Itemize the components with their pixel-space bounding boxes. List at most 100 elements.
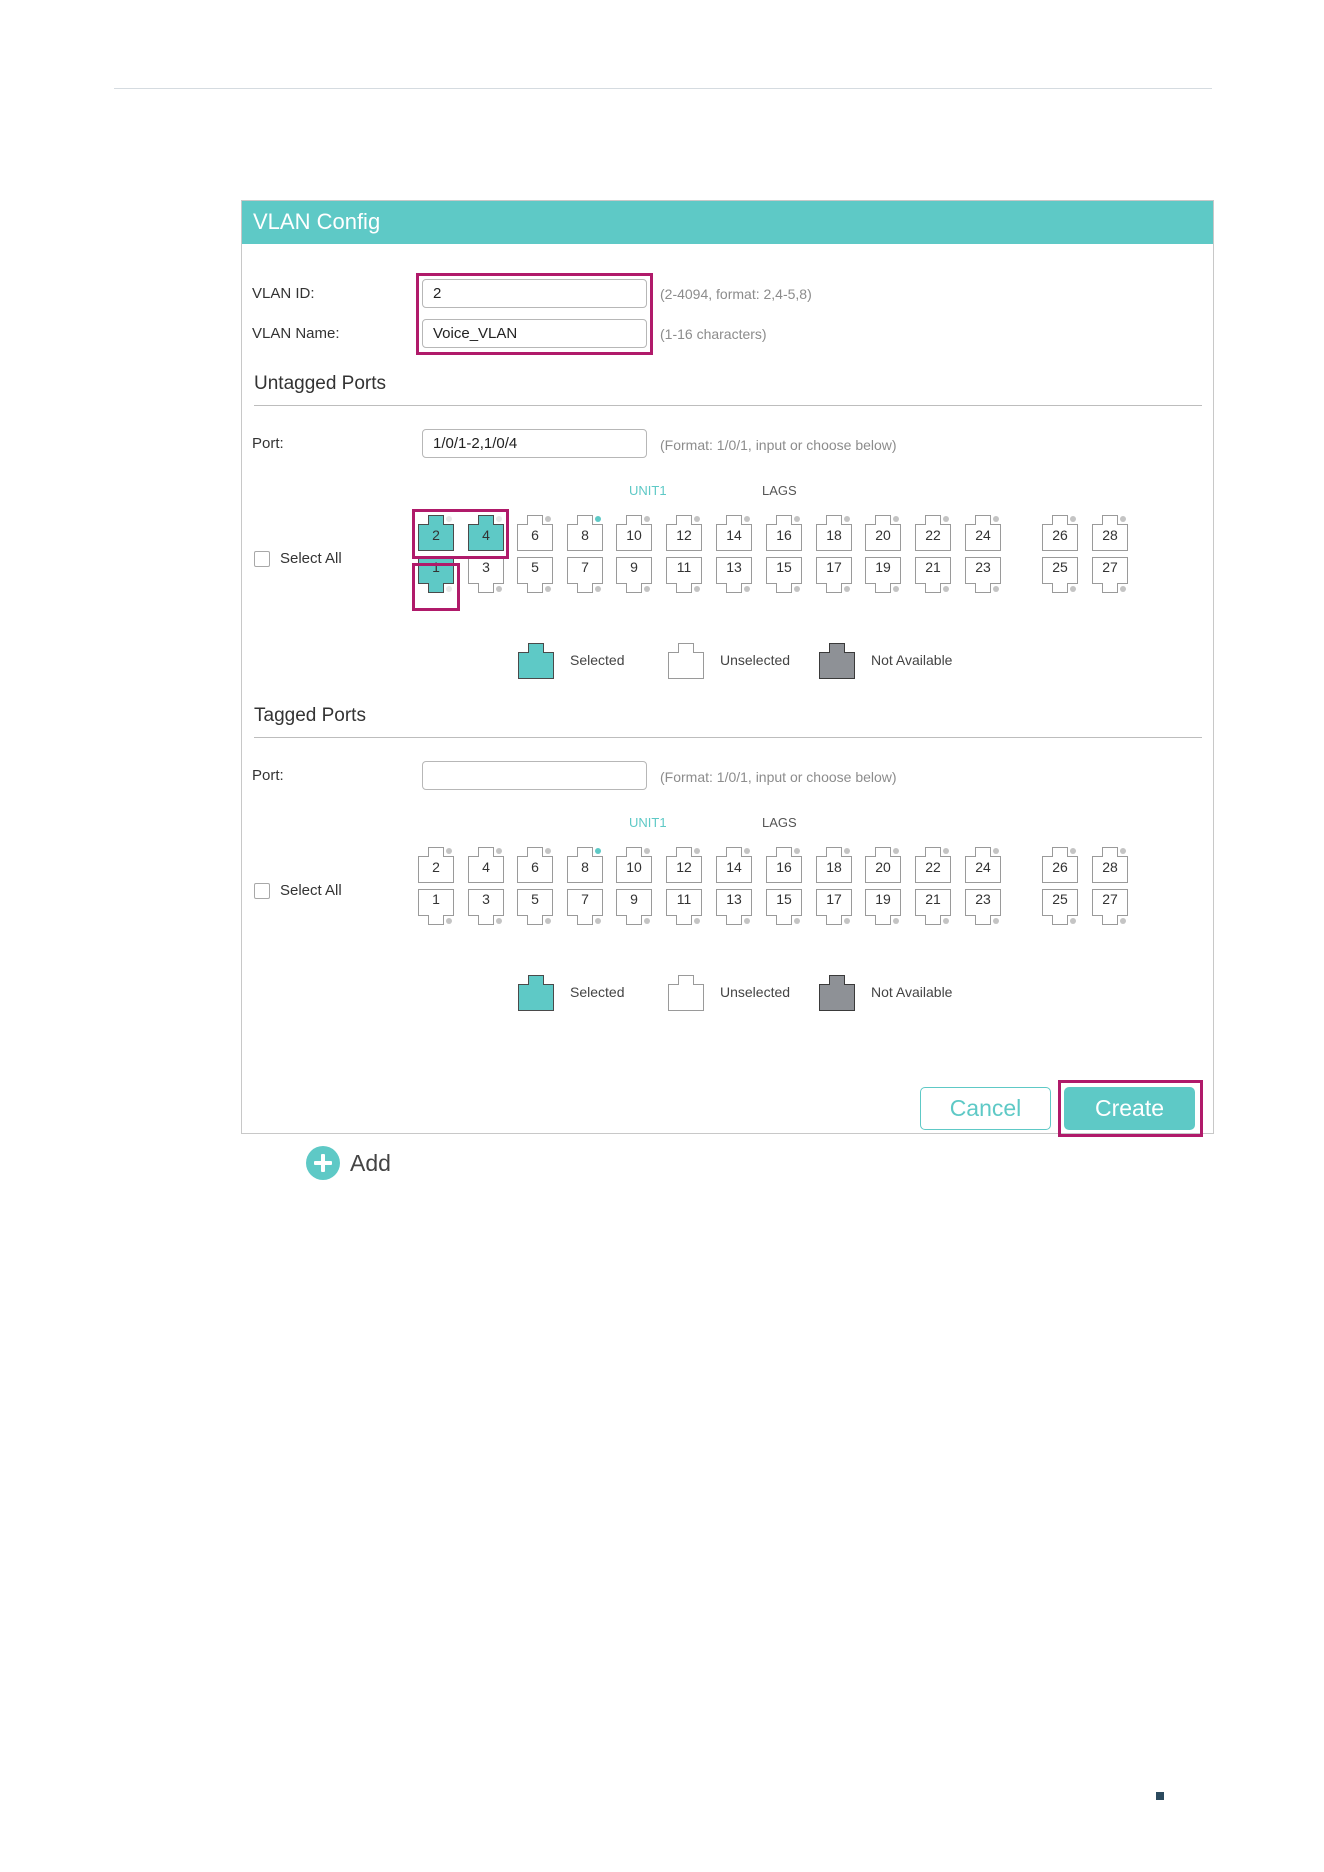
untagged-port-22[interactable]: 22	[915, 515, 951, 551]
legend-unselected-icon	[668, 643, 704, 679]
vlan-id-label: VLAN ID:	[252, 285, 315, 302]
tagged-port-9[interactable]: 9	[616, 889, 652, 925]
untagged-port-18[interactable]: 18	[816, 515, 852, 551]
status-indicator	[844, 848, 850, 854]
untagged-port-15[interactable]: 15	[766, 557, 802, 593]
tagged-port-6[interactable]: 6	[517, 847, 553, 883]
tagged-port-input[interactable]	[422, 761, 647, 790]
tagged-select-all[interactable]: Select All	[254, 882, 342, 899]
status-indicator	[794, 586, 800, 592]
untagged-port-8[interactable]: 8	[567, 515, 603, 551]
tagged-port-18[interactable]: 18	[816, 847, 852, 883]
untagged-port-19[interactable]: 19	[865, 557, 901, 593]
port-number: 17	[826, 891, 842, 907]
tagged-port-22[interactable]: 22	[915, 847, 951, 883]
tagged-port-25[interactable]: 25	[1042, 889, 1078, 925]
untagged-port-7[interactable]: 7	[567, 557, 603, 593]
untagged-port-27[interactable]: 27	[1092, 557, 1128, 593]
tagged-port-17[interactable]: 17	[816, 889, 852, 925]
tagged-ports-title: Tagged Ports	[254, 705, 366, 726]
status-indicator	[496, 586, 502, 592]
status-indicator	[644, 918, 650, 924]
status-indicator	[545, 848, 551, 854]
untagged-port-14[interactable]: 14	[716, 515, 752, 551]
tagged-port-21[interactable]: 21	[915, 889, 951, 925]
tagged-port-12[interactable]: 12	[666, 847, 702, 883]
legend-not-available-label: Not Available	[871, 984, 953, 1000]
tagged-port-20[interactable]: 20	[865, 847, 901, 883]
untagged-port-10[interactable]: 10	[616, 515, 652, 551]
untagged-port-17[interactable]: 17	[816, 557, 852, 593]
tagged-port-19[interactable]: 19	[865, 889, 901, 925]
port-number: 12	[676, 527, 692, 543]
port-number: 2	[432, 527, 440, 543]
port-number: 24	[975, 527, 991, 543]
port-number: 3	[482, 891, 490, 907]
tagged-select-all-checkbox[interactable]	[254, 882, 270, 899]
untagged-port-21[interactable]: 21	[915, 557, 951, 593]
untagged-port-2[interactable]: 2	[418, 515, 454, 551]
untagged-port-13[interactable]: 13	[716, 557, 752, 593]
untagged-port-28[interactable]: 28	[1092, 515, 1128, 551]
tagged-port-24[interactable]: 24	[965, 847, 1001, 883]
tagged-port-10[interactable]: 10	[616, 847, 652, 883]
tagged-port-8[interactable]: 8	[567, 847, 603, 883]
untagged-port-6[interactable]: 6	[517, 515, 553, 551]
create-button[interactable]: Create	[1064, 1087, 1195, 1130]
status-indicator	[446, 848, 452, 854]
vlan-config-panel: VLAN Config VLAN ID: (2-4094, format: 2,…	[241, 200, 1214, 1137]
vlan-name-input[interactable]	[422, 319, 647, 348]
untagged-port-4[interactable]: 4	[468, 515, 504, 551]
untagged-port-9[interactable]: 9	[616, 557, 652, 593]
untagged-port-5[interactable]: 5	[517, 557, 553, 593]
port-number: 15	[776, 891, 792, 907]
tagged-port-5[interactable]: 5	[517, 889, 553, 925]
vlan-id-input[interactable]	[422, 279, 647, 308]
tagged-port-27[interactable]: 27	[1092, 889, 1128, 925]
untagged-port-24[interactable]: 24	[965, 515, 1001, 551]
tagged-port-11[interactable]: 11	[666, 889, 702, 925]
tagged-port-2[interactable]: 2	[418, 847, 454, 883]
untagged-port-20[interactable]: 20	[865, 515, 901, 551]
port-number: 11	[676, 891, 692, 907]
tagged-port-15[interactable]: 15	[766, 889, 802, 925]
port-number: 20	[875, 859, 891, 875]
untagged-port-23[interactable]: 23	[965, 557, 1001, 593]
tagged-port-28[interactable]: 28	[1092, 847, 1128, 883]
tagged-port-14[interactable]: 14	[716, 847, 752, 883]
untagged-select-all[interactable]: Select All	[254, 550, 342, 567]
untagged-port-input[interactable]	[422, 429, 647, 458]
untagged-port-16[interactable]: 16	[766, 515, 802, 551]
port-number: 16	[776, 527, 792, 543]
untagged-port-1[interactable]: 1	[418, 557, 454, 593]
port-number: 5	[531, 891, 539, 907]
untagged-port-3[interactable]: 3	[468, 557, 504, 593]
untagged-select-all-checkbox[interactable]	[254, 550, 270, 567]
tagged-port-16[interactable]: 16	[766, 847, 802, 883]
cancel-button[interactable]: Cancel	[920, 1087, 1051, 1130]
legend-unselected-label: Unselected	[720, 984, 791, 1000]
vlan-id-hint: (2-4094, format: 2,4-5,8)	[660, 286, 812, 302]
tagged-port-3[interactable]: 3	[468, 889, 504, 925]
untagged-port-12[interactable]: 12	[666, 515, 702, 551]
legend-unselected-label: Unselected	[720, 652, 791, 668]
port-number: 13	[726, 891, 742, 907]
link-up-indicator	[595, 848, 601, 854]
tagged-port-23[interactable]: 23	[965, 889, 1001, 925]
tagged-port-4[interactable]: 4	[468, 847, 504, 883]
untagged-port-11[interactable]: 11	[666, 557, 702, 593]
tagged-port-26[interactable]: 26	[1042, 847, 1078, 883]
untagged-port-26[interactable]: 26	[1042, 515, 1078, 551]
status-indicator	[595, 586, 601, 592]
status-indicator	[844, 918, 850, 924]
tagged-port-7[interactable]: 7	[567, 889, 603, 925]
status-indicator	[496, 516, 502, 522]
status-indicator	[1070, 516, 1076, 522]
status-indicator	[993, 848, 999, 854]
tagged-port-1[interactable]: 1	[418, 889, 454, 925]
tagged-port-hint: (Format: 1/0/1, input or choose below)	[660, 769, 897, 785]
status-indicator	[1120, 516, 1126, 522]
add-vlan-button[interactable]: Add	[306, 1146, 391, 1180]
untagged-port-25[interactable]: 25	[1042, 557, 1078, 593]
tagged-port-13[interactable]: 13	[716, 889, 752, 925]
